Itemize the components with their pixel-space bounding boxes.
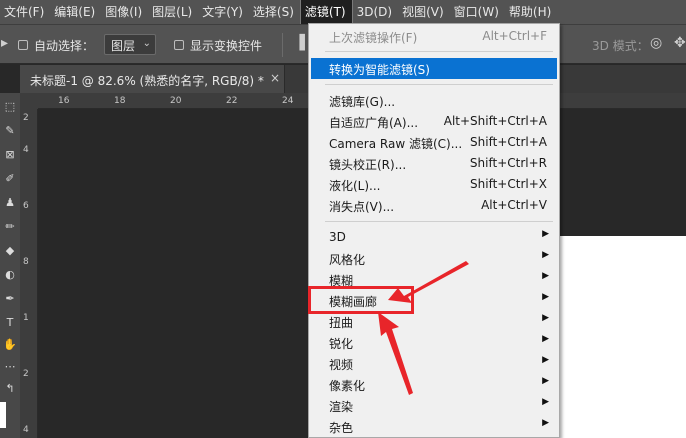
gradient-tool-icon[interactable]: ◐	[2, 267, 18, 283]
menu-item-video[interactable]: 视频 ▶	[309, 353, 559, 374]
auto-select-label: 自动选择：	[34, 39, 95, 53]
type-tool-icon[interactable]: T	[2, 315, 18, 331]
menu-separator	[325, 221, 553, 222]
document-tab-title: 未标题-1 @ 82.6% (熟悉的名字, RGB/8) *	[30, 74, 264, 88]
tools-panel: ⬚ ✎ ⊠ ✐ ♟ ✏ ◆ ◐ ✒ T ✋ ⋯ ↰	[0, 93, 20, 438]
crop-tool-icon[interactable]: ⊠	[2, 147, 18, 163]
auto-select-value: 图层	[111, 39, 136, 53]
menu-separator	[325, 51, 553, 52]
vertical-ruler: 2 4 6 8 1 2 4	[20, 109, 38, 438]
ruler-tick: 2	[23, 113, 29, 123]
menu-item-convert-smart-filter[interactable]: 转换为智能滤镜(S)	[311, 58, 557, 79]
ruler-tick: 20	[170, 96, 182, 106]
divider	[282, 33, 283, 57]
menu-3d[interactable]: 3D(D)	[353, 0, 398, 24]
submenu-arrow-icon: ▶	[542, 334, 549, 344]
swap-colors-icon[interactable]: ↰	[2, 381, 18, 397]
rotate-icon[interactable]: ✥	[674, 35, 686, 51]
chevron-down-icon: ⌄	[142, 38, 151, 49]
move-tool-icon: ▸	[1, 35, 9, 51]
ruler-tick: 2	[23, 369, 29, 379]
ruler-tick: 4	[23, 425, 29, 435]
submenu-arrow-icon: ▶	[542, 376, 549, 386]
menu-item-3d[interactable]: 3D ▶	[309, 227, 559, 248]
auto-select-checkbox[interactable]	[18, 40, 28, 50]
ruler-tick: 6	[23, 201, 29, 211]
brush-tool-icon[interactable]: ✏	[2, 219, 18, 235]
menu-item-render[interactable]: 渲染 ▶	[309, 395, 559, 416]
menu-view[interactable]: 视图(V)	[398, 0, 450, 24]
orbit-icon[interactable]: ◎	[650, 35, 662, 51]
menu-item-stylize[interactable]: 风格化 ▶	[309, 248, 559, 269]
menu-layer[interactable]: 图层(L)	[148, 0, 198, 24]
ruler-tick: 4	[23, 145, 29, 155]
submenu-arrow-icon: ▶	[542, 229, 549, 239]
menu-item-camera-raw[interactable]: Camera Raw 滤镜(C)... Shift+Ctrl+A	[309, 132, 559, 153]
menu-type[interactable]: 文字(Y)	[198, 0, 249, 24]
menu-select[interactable]: 选择(S)	[249, 0, 300, 24]
show-transform-checkbox[interactable]	[174, 40, 184, 50]
menu-window[interactable]: 窗口(W)	[450, 0, 505, 24]
document-canvas[interactable]	[560, 236, 686, 438]
menu-item-lens-correction[interactable]: 镜头校正(R)... Shift+Ctrl+R	[309, 153, 559, 174]
ruler-tick: 1	[23, 313, 29, 323]
submenu-arrow-icon: ▶	[542, 292, 549, 302]
submenu-arrow-icon: ▶	[542, 397, 549, 407]
submenu-arrow-icon: ▶	[542, 418, 549, 428]
menu-item-distort[interactable]: 扭曲 ▶	[309, 311, 559, 332]
ruler-tick: 18	[114, 96, 126, 106]
menu-separator	[325, 84, 553, 85]
menu-item-last-filter[interactable]: 上次滤镜操作(F) Alt+Ctrl+F	[309, 26, 559, 47]
menu-edit[interactable]: 编辑(E)	[50, 0, 101, 24]
ruler-corner	[20, 93, 38, 109]
auto-select-dropdown[interactable]: 图层 ⌄	[104, 34, 156, 55]
close-icon[interactable]: ×	[270, 71, 280, 85]
annotation-highlight-box	[308, 286, 414, 314]
menu-bar: 文件(F) 编辑(E) 图像(I) 图层(L) 文字(Y) 选择(S) 滤镜(T…	[0, 0, 686, 24]
ruler-tick: 16	[58, 96, 70, 106]
menu-item-filter-gallery[interactable]: 滤镜库(G)...	[309, 90, 559, 111]
menu-help[interactable]: 帮助(H)	[505, 0, 557, 24]
align-icon[interactable]: ▐	[294, 35, 305, 51]
lasso-tool-icon[interactable]: ✎	[2, 123, 18, 139]
submenu-arrow-icon: ▶	[542, 313, 549, 323]
menu-image[interactable]: 图像(I)	[101, 0, 148, 24]
filter-menu: 上次滤镜操作(F) Alt+Ctrl+F 转换为智能滤镜(S) 滤镜库(G)..…	[308, 23, 560, 438]
submenu-arrow-icon: ▶	[542, 250, 549, 260]
menu-item-liquify[interactable]: 液化(L)... Shift+Ctrl+X	[309, 174, 559, 195]
eraser-tool-icon[interactable]: ◆	[2, 243, 18, 259]
ruler-tick: 24	[282, 96, 294, 106]
menu-item-adaptive-wide-angle[interactable]: 自适应广角(A)... Alt+Shift+Ctrl+A	[309, 111, 559, 132]
show-transform-label: 显示变换控件	[190, 39, 263, 53]
menu-item-vanishing-point[interactable]: 消失点(V)... Alt+Ctrl+V	[309, 195, 559, 216]
marquee-tool-icon[interactable]: ⬚	[2, 99, 18, 115]
menu-filter[interactable]: 滤镜(T)	[299, 0, 353, 24]
pen-tool-icon[interactable]: ✒	[2, 291, 18, 307]
hand-tool-icon[interactable]: ✋	[2, 337, 18, 353]
submenu-arrow-icon: ▶	[542, 355, 549, 365]
menu-item-pixelate[interactable]: 像素化 ▶	[309, 374, 559, 395]
submenu-arrow-icon: ▶	[542, 271, 549, 281]
menu-item-sharpen[interactable]: 锐化 ▶	[309, 332, 559, 353]
stamp-tool-icon[interactable]: ♟	[2, 195, 18, 211]
menu-item-noise[interactable]: 杂色 ▶	[309, 416, 559, 437]
ruler-tick: 22	[226, 96, 238, 106]
document-tab[interactable]: 未标题-1 @ 82.6% (熟悉的名字, RGB/8) * ×	[20, 65, 285, 93]
foreground-color-swatch[interactable]	[0, 402, 6, 428]
ruler-tick: 8	[23, 257, 29, 267]
eyedropper-tool-icon[interactable]: ✐	[2, 171, 18, 187]
3d-mode-label: 3D 模式：	[592, 39, 649, 53]
more-tools-icon[interactable]: ⋯	[2, 359, 18, 375]
menu-file[interactable]: 文件(F)	[0, 0, 50, 24]
